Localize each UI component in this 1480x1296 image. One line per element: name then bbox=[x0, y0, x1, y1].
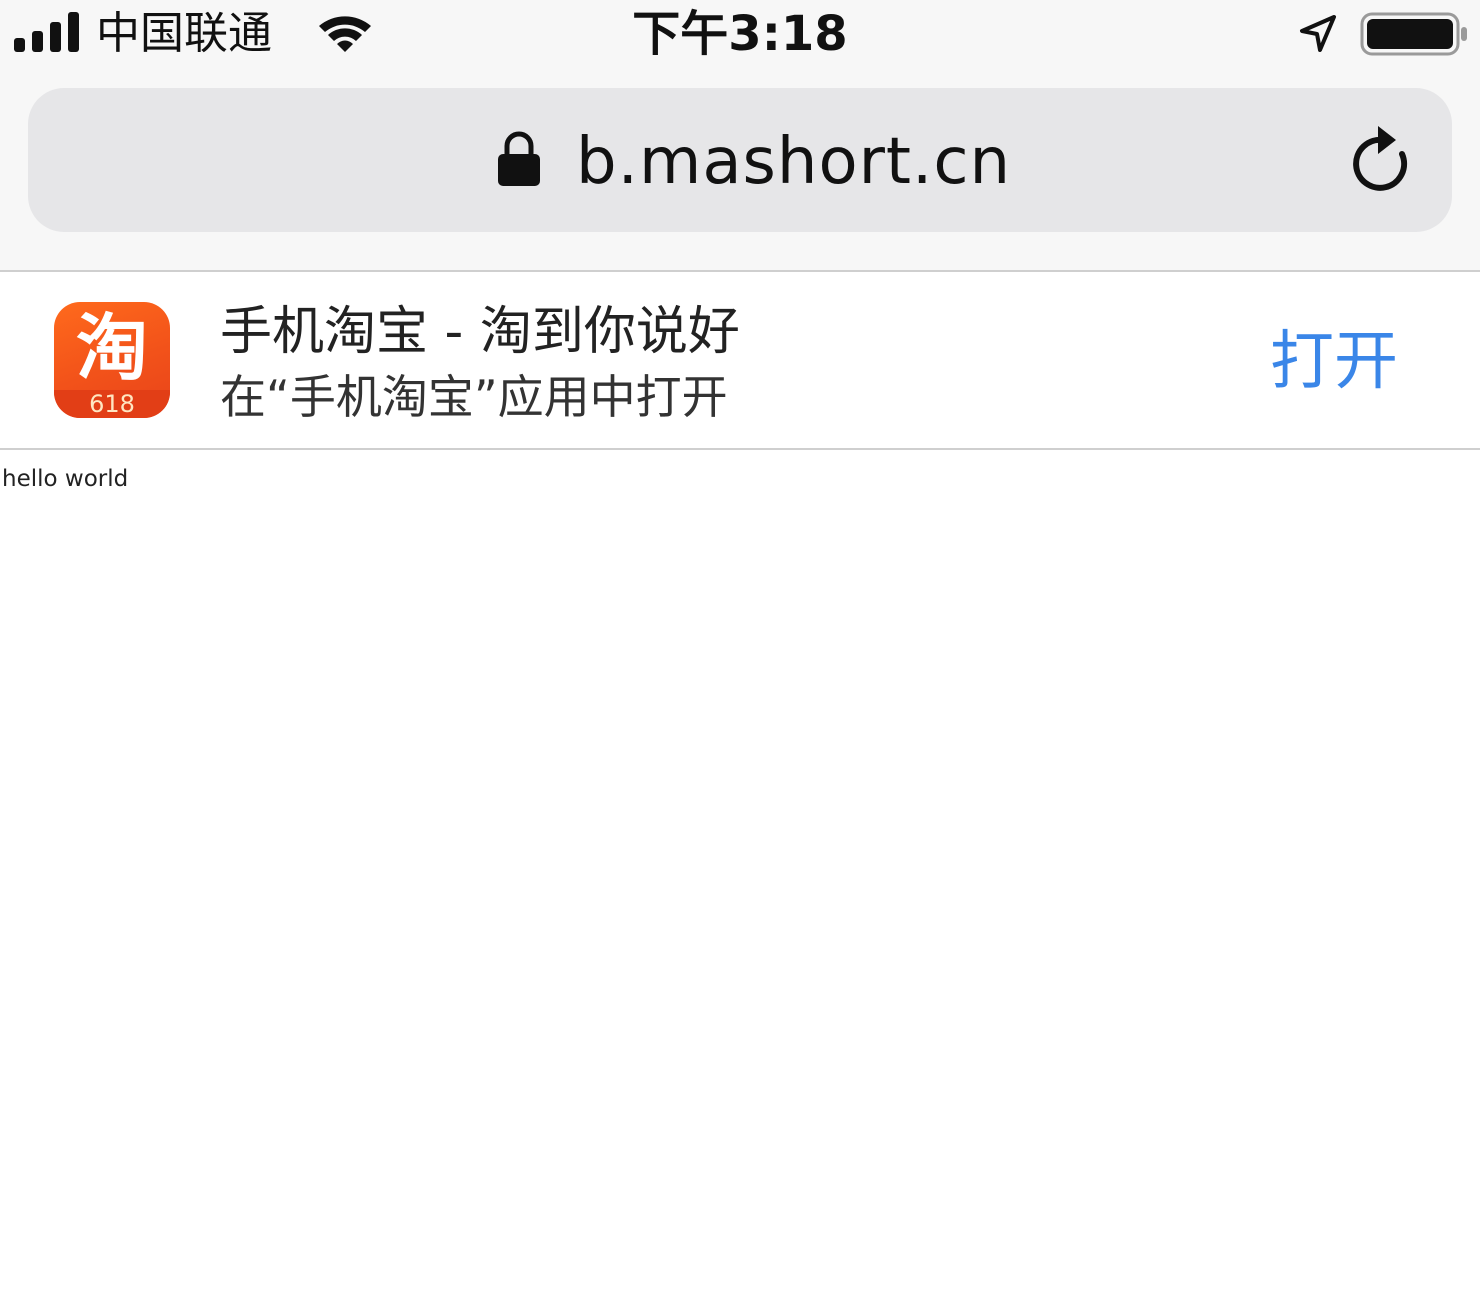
cellular-signal-icon bbox=[14, 12, 79, 52]
reload-icon[interactable] bbox=[1350, 124, 1416, 194]
open-app-button[interactable]: 打开 bbox=[1270, 324, 1398, 400]
browser-chrome: 中国联通 下午3:18 b.mashort.cn bbox=[0, 0, 1480, 272]
app-title: 手机淘宝 - 淘到你说好 bbox=[220, 302, 740, 362]
location-arrow-icon bbox=[1300, 15, 1336, 52]
status-bar: 中国联通 下午3:18 bbox=[0, 0, 1480, 68]
carrier-name: 中国联通 bbox=[96, 8, 272, 59]
address-bar[interactable]: b.mashort.cn bbox=[28, 88, 1452, 232]
app-banner: 淘 618 手机淘宝 - 淘到你说好 在“手机淘宝”应用中打开 打开 bbox=[0, 274, 1480, 450]
app-icon-glyph: 淘 bbox=[75, 306, 148, 390]
app-icon-badge: 618 bbox=[54, 390, 170, 418]
body-text: hello world bbox=[2, 466, 129, 492]
wifi-icon bbox=[319, 16, 371, 52]
taobao-app-icon: 淘 618 bbox=[54, 302, 170, 418]
battery-full-icon bbox=[1360, 12, 1467, 56]
url-text[interactable]: b.mashort.cn bbox=[576, 122, 1011, 202]
app-subtitle: 在“手机淘宝”应用中打开 bbox=[220, 370, 728, 424]
page-content: hello world bbox=[0, 452, 1480, 1296]
lock-icon bbox=[498, 131, 540, 186]
